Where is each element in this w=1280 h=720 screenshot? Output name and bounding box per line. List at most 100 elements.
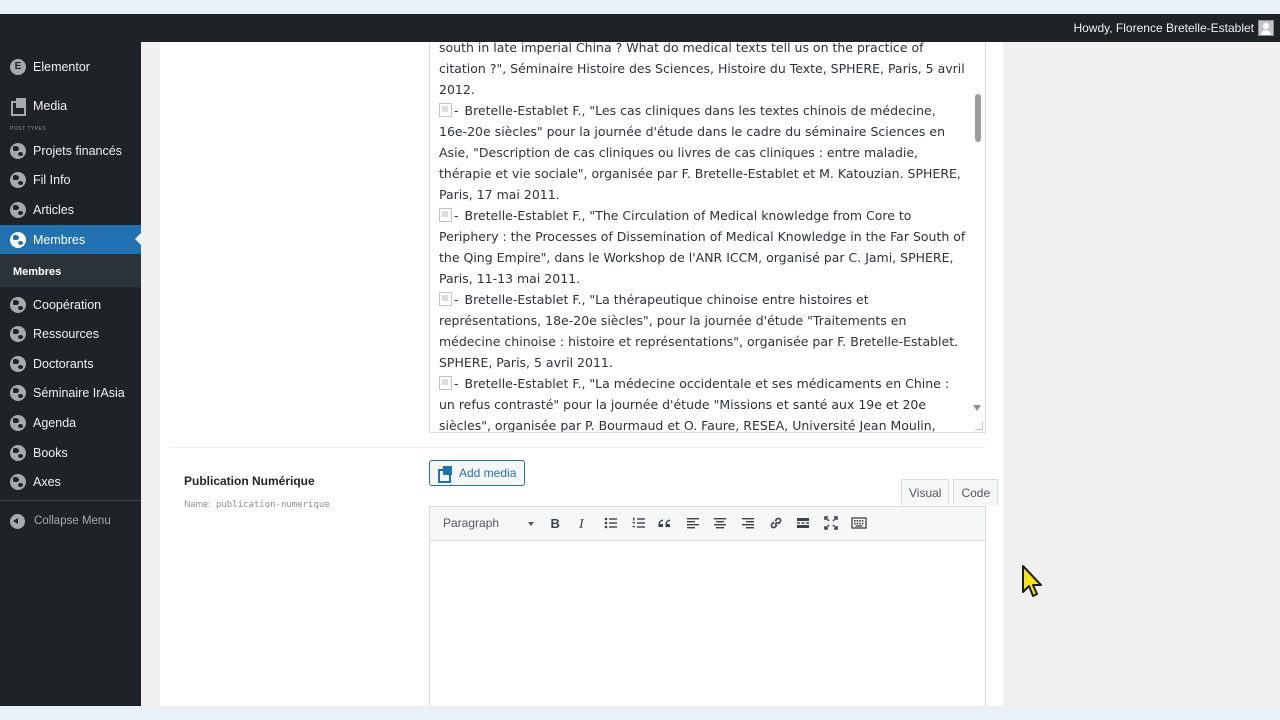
publication-numerique-content[interactable] xyxy=(430,541,985,706)
broken-image-icon xyxy=(439,376,452,390)
avatar-icon[interactable] xyxy=(1258,20,1274,36)
field-name-hint: Name: publication-numerique xyxy=(184,499,330,510)
field-label: Publication Numérique xyxy=(184,474,315,488)
menu-item-label: Coopération xyxy=(33,297,102,312)
scrollbar-thumb[interactable] xyxy=(975,94,981,142)
menu-separator xyxy=(0,500,141,501)
menu-item-label: Projets financés xyxy=(33,143,122,158)
keyboard-icon xyxy=(851,517,867,529)
publication-entry: - Bretelle-Establet F., "La médecine occi… xyxy=(439,376,950,433)
align-left-button[interactable] xyxy=(682,512,704,534)
menu-item-articles[interactable]: Articles xyxy=(0,195,141,224)
globe-icon xyxy=(10,355,26,372)
read-more-icon xyxy=(797,518,809,528)
menu-item-label: Books xyxy=(33,445,68,460)
add-media-label: Add media xyxy=(459,466,517,480)
menu-item-label: Fil Info xyxy=(33,172,71,187)
menu-item-label: Doctorants xyxy=(33,356,94,371)
mouse-pointer-icon xyxy=(1022,565,1042,597)
edit-content-area: south in late imperial China ? What do m… xyxy=(160,42,1003,706)
publications-editor-text[interactable]: south in late imperial China ? What do m… xyxy=(439,42,967,433)
post-types-heading: POST TYPES xyxy=(10,126,47,132)
broken-image-icon xyxy=(439,103,452,117)
bullet-list-icon xyxy=(604,517,617,529)
globe-icon xyxy=(10,201,26,218)
toolbar-toggle-button[interactable] xyxy=(848,512,870,534)
numbered-list-icon xyxy=(632,517,645,528)
link-icon xyxy=(770,517,782,529)
publication-entry: - Bretelle-Establet F., "Les cas clinique… xyxy=(439,103,961,202)
bold-button[interactable]: B xyxy=(544,512,566,534)
fullscreen-button[interactable] xyxy=(820,512,842,534)
menu-item-fil-info[interactable]: Fil Info xyxy=(0,165,141,194)
tab-code[interactable]: Code xyxy=(953,479,999,505)
menu-item-axes[interactable]: Axes xyxy=(0,467,141,496)
bullet-list-button[interactable] xyxy=(600,512,622,534)
elementor-icon: E xyxy=(10,58,26,75)
admin-sidebar: E Elementor Media POST TYPES Projets fin… xyxy=(0,42,141,706)
bold-icon: B xyxy=(551,516,560,531)
broken-image-icon xyxy=(439,292,452,306)
tab-visual[interactable]: Visual xyxy=(901,479,950,505)
menu-item-elementor[interactable]: E Elementor xyxy=(0,52,141,81)
media-icon xyxy=(10,98,26,116)
align-center-icon xyxy=(714,518,726,529)
menu-item-ressources[interactable]: Ressources xyxy=(0,319,141,348)
read-more-button[interactable] xyxy=(792,512,814,534)
publication-numerique-editor: Paragraph B I xyxy=(429,506,986,706)
editor-toolbar: Paragraph B I xyxy=(430,507,985,541)
howdy-greeting[interactable]: Howdy, Florence Bretelle-Establet xyxy=(1073,21,1254,35)
publications-editor[interactable]: south in late imperial China ? What do m… xyxy=(429,42,986,433)
collapse-menu-button[interactable]: Collapse Menu xyxy=(0,510,141,532)
globe-icon xyxy=(10,142,26,159)
menu-item-cooperation[interactable]: Coopération xyxy=(0,290,141,319)
field-divider xyxy=(170,447,985,448)
italic-button[interactable]: I xyxy=(571,512,593,534)
align-left-icon xyxy=(687,518,699,529)
editor-scrollbar[interactable] xyxy=(971,42,985,432)
align-right-button[interactable] xyxy=(737,512,759,534)
globe-icon xyxy=(10,171,26,188)
format-select[interactable]: Paragraph xyxy=(435,511,538,535)
globe-icon xyxy=(10,325,26,342)
svg-text:I: I xyxy=(578,517,585,531)
menu-item-label: Articles xyxy=(33,202,74,217)
menu-item-label: Elementor xyxy=(33,59,90,74)
publication-entry: - Bretelle-Establet F., "La thérapeutique… xyxy=(439,292,959,370)
fullscreen-icon xyxy=(824,516,838,530)
resize-handle-icon[interactable] xyxy=(975,422,983,430)
menu-item-projets-finances[interactable]: Projets financés xyxy=(0,136,141,165)
menu-item-label: Séminaire IrAsia xyxy=(33,385,125,400)
broken-image-icon xyxy=(439,208,452,222)
menu-item-doctorants[interactable]: Doctorants xyxy=(0,349,141,378)
add-media-button[interactable]: Add media xyxy=(429,460,526,486)
menu-item-media[interactable]: Media xyxy=(0,91,141,120)
globe-icon xyxy=(10,231,26,248)
menu-item-books[interactable]: Books xyxy=(0,438,141,467)
menu-item-label: Axes xyxy=(33,474,61,489)
menu-item-label: Ressources xyxy=(33,326,99,341)
menu-item-membres[interactable]: Membres xyxy=(0,225,141,254)
link-button[interactable] xyxy=(765,512,787,534)
blockquote-button[interactable] xyxy=(655,512,677,534)
submenu-item-membres[interactable]: Membres xyxy=(13,266,61,278)
scroll-down-arrow-icon[interactable] xyxy=(973,405,981,411)
align-right-icon xyxy=(742,518,754,529)
menu-item-seminaire-irasia[interactable]: Séminaire IrAsia xyxy=(0,378,141,407)
collapse-menu-label: Collapse Menu xyxy=(34,515,111,527)
italic-icon: I xyxy=(578,517,585,531)
globe-icon xyxy=(10,414,26,431)
browser-viewport: Howdy, Florence Bretelle-Establet E Elem… xyxy=(0,14,1280,706)
collapse-icon xyxy=(10,513,25,529)
globe-icon xyxy=(10,296,26,313)
editor-mode-tabs: Visual Code xyxy=(897,479,999,505)
menu-item-label: Agenda xyxy=(33,415,77,430)
align-center-button[interactable] xyxy=(709,512,731,534)
menu-item-agenda[interactable]: Agenda xyxy=(0,408,141,437)
numbered-list-button[interactable] xyxy=(628,512,650,534)
blockquote-icon xyxy=(658,519,670,527)
publication-entry: south in late imperial China ? What do m… xyxy=(439,42,965,97)
menu-item-label: Media xyxy=(33,98,68,113)
globe-icon xyxy=(10,444,26,461)
menu-item-label: Membres xyxy=(33,232,86,247)
